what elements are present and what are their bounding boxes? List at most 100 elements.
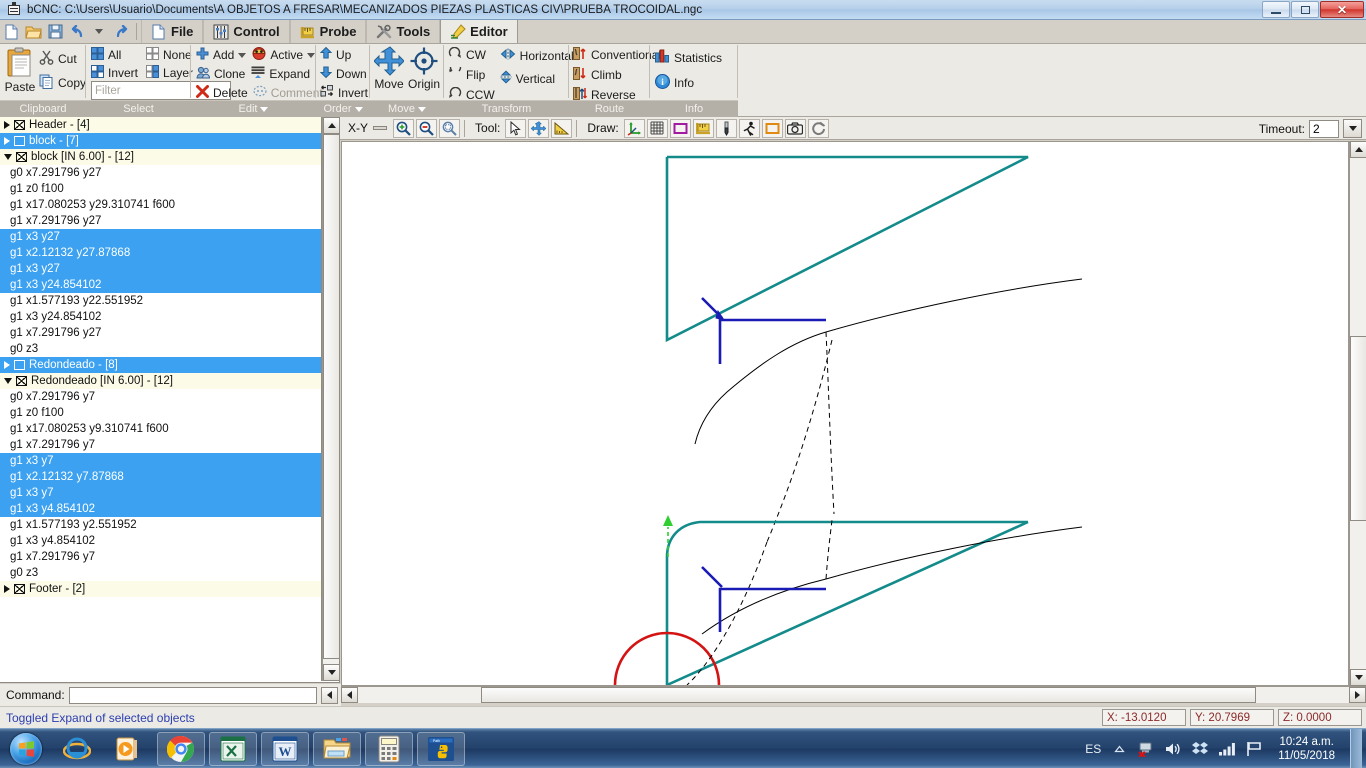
draw-grid-button[interactable] xyxy=(647,119,668,138)
delete-button[interactable]: Delete xyxy=(196,85,248,101)
mirror-horizontal-button[interactable]: Horizontal xyxy=(500,48,574,63)
taskbar-internet-explorer[interactable] xyxy=(53,732,101,766)
expand-triangle-icon[interactable] xyxy=(4,137,10,145)
taskbar-clock[interactable]: 10:24 a.m. 11/05/2018 xyxy=(1272,735,1341,763)
select-all-button[interactable]: All xyxy=(91,47,138,63)
expand-button[interactable]: Expand xyxy=(251,66,310,82)
order-up-button[interactable]: Up xyxy=(320,47,370,62)
timeout-input[interactable] xyxy=(1309,120,1339,138)
command-input[interactable] xyxy=(69,687,317,704)
flip-button[interactable]: Flip xyxy=(448,67,495,83)
paste-button[interactable]: Paste xyxy=(4,47,36,98)
draw-margin-button[interactable] xyxy=(670,119,691,138)
tree-gcode-row[interactable]: g1 x3 y24.854102 xyxy=(0,277,321,293)
move-group-dropdown-icon[interactable] xyxy=(418,107,426,112)
tree-gcode-row[interactable]: g0 x7.291796 y7 xyxy=(0,389,321,405)
redo-icon[interactable] xyxy=(110,20,132,43)
canvas-scroll-left-button[interactable] xyxy=(341,687,358,703)
tree-gcode-row[interactable]: g1 x3 y27 xyxy=(0,261,321,277)
signal-icon[interactable] xyxy=(1218,740,1236,758)
expand-triangle-icon[interactable] xyxy=(4,585,10,593)
chevron-up-icon[interactable] xyxy=(1110,740,1128,758)
taskbar-calculator[interactable] xyxy=(365,732,413,766)
tree-scroll-up-button[interactable] xyxy=(323,117,340,134)
menu-tab-editor[interactable]: Editor xyxy=(440,20,518,43)
view-plane-selector[interactable]: X-Y xyxy=(344,121,391,135)
canvas-scroll-thumb[interactable] xyxy=(1350,336,1366,521)
active-dropdown-icon[interactable] xyxy=(307,53,315,58)
menu-tab-file[interactable]: File xyxy=(141,20,203,43)
statistics-button[interactable]: Statistics xyxy=(655,49,738,66)
move-button[interactable]: Move xyxy=(374,46,404,98)
tree-gcode-row[interactable]: g1 x2.12132 y7.87868 xyxy=(0,469,321,485)
tree-gcode-row[interactable]: g1 x1.577193 y22.551952 xyxy=(0,293,321,309)
taskbar-word[interactable]: W xyxy=(261,732,309,766)
pan-move-button[interactable] xyxy=(528,119,549,138)
minimize-button[interactable] xyxy=(1262,1,1290,18)
tree-gcode-row[interactable]: g1 x3 y4.854102 xyxy=(0,501,321,517)
expand-triangle-icon[interactable] xyxy=(4,361,10,369)
close-button[interactable]: ✕ xyxy=(1320,1,1364,18)
draw-camera-button[interactable] xyxy=(785,119,806,138)
start-button[interactable] xyxy=(3,731,49,767)
menu-tab-control[interactable]: Control xyxy=(203,20,289,43)
block-x-icon[interactable] xyxy=(14,584,25,594)
tree-block-row[interactable]: Footer - [2] xyxy=(0,581,321,597)
draw-path-run-button[interactable] xyxy=(739,119,760,138)
open-folder-icon[interactable] xyxy=(22,20,44,43)
active-button[interactable]: Active xyxy=(252,47,315,63)
tree-block-row[interactable]: Header - [4] xyxy=(0,117,321,133)
draw-endmill-button[interactable] xyxy=(716,119,737,138)
block-x-icon[interactable] xyxy=(16,376,27,386)
canvas-vertical-scrollbar[interactable] xyxy=(1349,141,1366,686)
canvas-scroll-right-button[interactable] xyxy=(1349,687,1366,703)
command-collapse-button[interactable] xyxy=(321,687,338,704)
zoom-in-button[interactable] xyxy=(393,119,414,138)
draw-axes-button[interactable] xyxy=(624,119,645,138)
tree-scroll-thumb[interactable] xyxy=(323,134,340,659)
collapse-triangle-icon[interactable] xyxy=(4,378,12,384)
expand-triangle-icon[interactable] xyxy=(4,121,10,129)
tray-language[interactable]: ES xyxy=(1085,742,1101,756)
cut-button[interactable]: Cut xyxy=(39,50,86,68)
tree-gcode-row[interactable]: g1 x3 y24.854102 xyxy=(0,309,321,325)
block-empty-icon[interactable] xyxy=(14,360,25,370)
ruler-tool-button[interactable] xyxy=(551,119,572,138)
canvas-scroll-down-button[interactable] xyxy=(1350,669,1366,686)
tree-gcode-row[interactable]: g0 z3 xyxy=(0,341,321,357)
edit-group-dropdown-icon[interactable] xyxy=(260,107,268,112)
tree-gcode-row[interactable]: g1 x3 y4.854102 xyxy=(0,533,321,549)
dropbox-icon[interactable] xyxy=(1191,740,1209,758)
climb-button[interactable]: Climb xyxy=(573,67,650,83)
maximize-button[interactable] xyxy=(1291,1,1319,18)
canvas-hscroll-thumb[interactable] xyxy=(481,687,1256,703)
taskbar-media-player[interactable] xyxy=(105,732,153,766)
tree-block-row[interactable]: Redondeado [IN 6.00] - [12] xyxy=(0,373,321,389)
block-empty-icon[interactable] xyxy=(14,136,25,146)
tree-gcode-row[interactable]: g0 x7.291796 y27 xyxy=(0,165,321,181)
menu-tab-tools[interactable]: Tools xyxy=(366,20,440,43)
taskbar-excel[interactable] xyxy=(209,732,257,766)
tree-gcode-row[interactable]: g1 x7.291796 y7 xyxy=(0,549,321,565)
menu-tab-probe[interactable]: Probe xyxy=(290,20,367,43)
origin-button[interactable]: Origin xyxy=(408,46,440,98)
tree-gcode-row[interactable]: g1 x17.080253 y9.310741 f600 xyxy=(0,421,321,437)
block-x-icon[interactable] xyxy=(16,152,27,162)
tree-block-row[interactable]: block [IN 6.00] - [12] xyxy=(0,149,321,165)
tree-gcode-row[interactable]: g1 z0 f100 xyxy=(0,181,321,197)
tree-gcode-row[interactable]: g1 z0 f100 xyxy=(0,405,321,421)
tree-gcode-row[interactable]: g1 x1.577193 y2.551952 xyxy=(0,517,321,533)
select-layer-button[interactable]: Layer xyxy=(146,65,193,81)
block-x-icon[interactable] xyxy=(14,120,25,130)
action-flag-icon[interactable] xyxy=(1245,740,1263,758)
draw-probe-circle-button[interactable] xyxy=(808,119,829,138)
show-desktop-button[interactable] xyxy=(1350,729,1362,768)
order-invert-button[interactable]: Invert xyxy=(320,85,370,100)
canvas-scroll-up-button[interactable] xyxy=(1350,141,1366,158)
tree-gcode-row[interactable]: g1 x3 y7 xyxy=(0,485,321,501)
tree-scroll-down-button[interactable] xyxy=(323,664,340,681)
clone-button[interactable]: Clone xyxy=(196,66,245,82)
network-error-icon[interactable] xyxy=(1137,740,1155,758)
select-invert-button[interactable]: Invert xyxy=(91,65,138,81)
zoom-out-button[interactable] xyxy=(416,119,437,138)
